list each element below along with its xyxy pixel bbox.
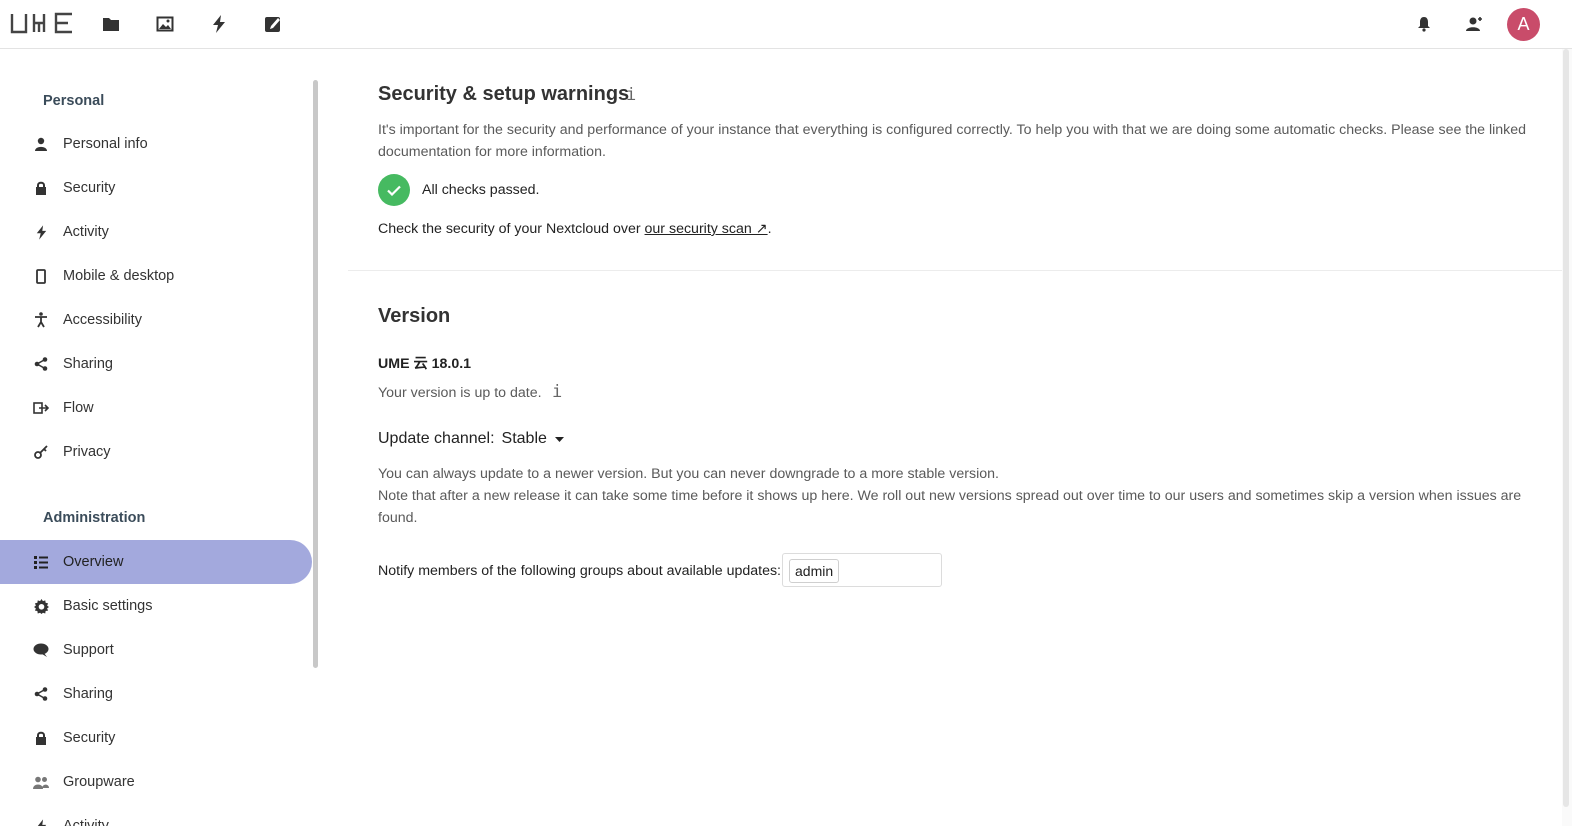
page-scrollbar[interactable]: [1563, 49, 1569, 807]
notify-groups-input[interactable]: admin: [782, 553, 942, 587]
person-icon: [33, 136, 49, 152]
sidebar-scrollbar[interactable]: [313, 80, 318, 668]
list-icon: [33, 554, 49, 570]
sidebar-item-security-admin[interactable]: Security: [0, 716, 312, 760]
group-tag-admin[interactable]: admin: [789, 559, 840, 583]
update-note-line1: You can always update to a newer version…: [378, 466, 999, 482]
share-icon: [33, 686, 49, 702]
personal-section-caption: Personal: [43, 93, 105, 109]
photos-icon[interactable]: [153, 12, 177, 36]
security-scan-link[interactable]: our security scan ↗: [645, 221, 768, 237]
update-note-line2: Note that after a new release it can tak…: [378, 488, 1522, 526]
sidebar-item-accessibility[interactable]: Accessibility: [0, 298, 312, 342]
version-section-title: Version: [378, 305, 451, 327]
administration-section-caption: Administration: [43, 510, 146, 526]
security-section-title: Security & setup warnings: [378, 83, 630, 105]
info-icon[interactable]: i: [552, 382, 562, 402]
files-icon[interactable]: [99, 12, 123, 36]
top-header: A: [0, 0, 1572, 49]
sidebar-item-personal-info[interactable]: Personal info: [0, 122, 312, 166]
group-icon: [33, 774, 49, 790]
sidebar-item-flow[interactable]: Flow: [0, 386, 312, 430]
version-status: Your version is up to date.: [378, 385, 542, 401]
user-avatar[interactable]: A: [1507, 8, 1540, 41]
activity-icon: [33, 224, 49, 240]
contacts-icon[interactable]: [1462, 12, 1486, 36]
sidebar-item-support[interactable]: Support: [0, 628, 312, 672]
notify-groups-label: Notify members of the following groups a…: [378, 563, 781, 579]
sidebar-item-mobile-desktop[interactable]: Mobile & desktop: [0, 254, 312, 298]
chat-icon: [33, 642, 49, 658]
sidebar-item-activity-personal[interactable]: Activity: [0, 210, 312, 254]
section-divider: [348, 270, 1562, 271]
checks-status: All checks passed.: [422, 182, 540, 198]
lock-icon: [33, 180, 49, 196]
ume-logo[interactable]: [10, 12, 74, 34]
sidebar-item-groupware[interactable]: Groupware: [0, 760, 312, 804]
phone-icon: [33, 268, 49, 284]
security-description: It's important for the security and perf…: [378, 122, 1527, 160]
share-icon: [33, 356, 49, 372]
main-content: Security & setup warnings i It's importa…: [348, 49, 1562, 826]
sidebar-item-sharing-admin[interactable]: Sharing: [0, 672, 312, 716]
checkmark-icon: [378, 174, 410, 206]
activity-icon[interactable]: [207, 12, 231, 36]
lock-icon: [33, 730, 49, 746]
sidebar-item-privacy[interactable]: Privacy: [0, 430, 312, 474]
sidebar-item-sharing-personal[interactable]: Sharing: [0, 342, 312, 386]
sidebar-item-overview[interactable]: Overview: [0, 540, 312, 584]
bell-icon[interactable]: [1412, 12, 1436, 36]
key-icon: [33, 444, 49, 460]
info-icon[interactable]: i: [626, 85, 636, 105]
notes-icon[interactable]: [261, 12, 285, 36]
sidebar-item-basic-settings[interactable]: Basic settings: [0, 584, 312, 628]
sidebar-item-activity-admin[interactable]: Activity: [0, 804, 312, 826]
update-channel-value: Stable: [501, 430, 547, 447]
version-product: UME 云 18.0.1: [378, 356, 472, 372]
security-scan-line: Check the security of your Nextcloud ove…: [378, 221, 772, 237]
sidebar-item-security-personal[interactable]: Security: [0, 166, 312, 210]
accessibility-icon: [33, 312, 49, 328]
gear-icon: [33, 598, 49, 614]
update-channel-select[interactable]: Update channel: Stable: [378, 430, 564, 448]
chevron-down-icon: [554, 430, 564, 448]
activity-icon: [33, 818, 49, 826]
settings-sidebar: Personal Personal info Security Activity…: [0, 49, 318, 826]
update-channel-label: Update channel:: [378, 430, 495, 447]
flow-icon: [33, 400, 49, 416]
